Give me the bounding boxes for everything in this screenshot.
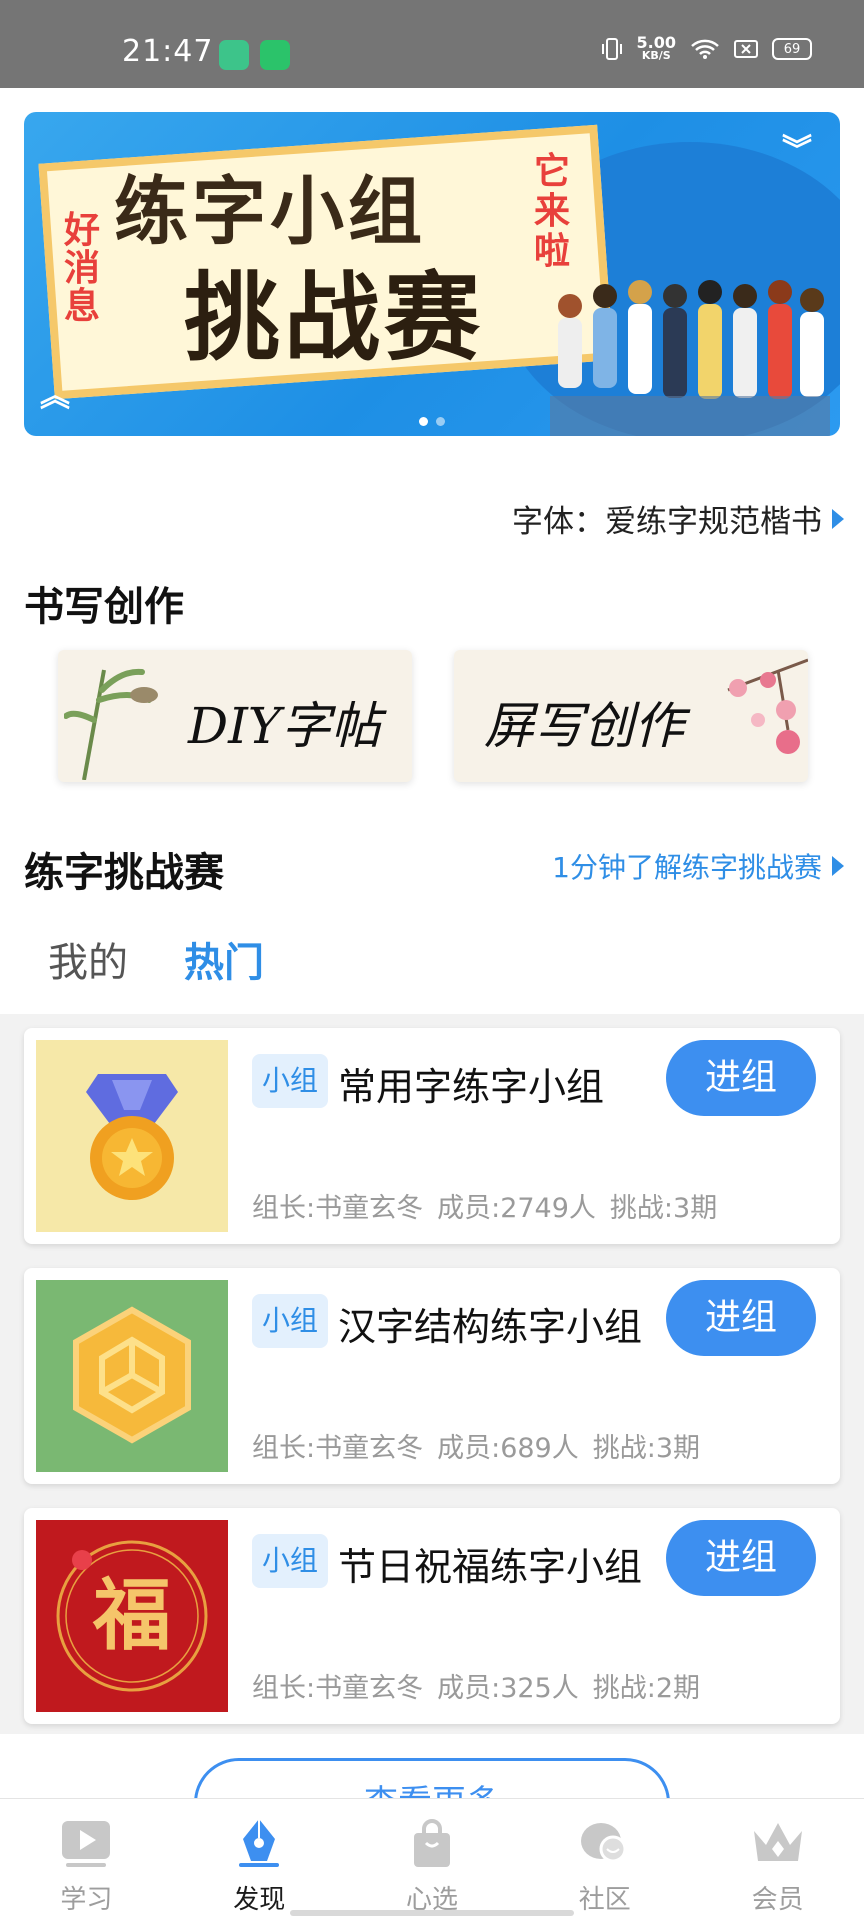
status-bar: 21:47 5.00 KB/S 69 (0, 0, 864, 88)
wifi-icon (691, 39, 719, 59)
chat-icon (580, 1823, 627, 1863)
group-meta: 组长:书童玄冬 成员:2749人 挑战:3期 (252, 1186, 717, 1225)
banner-dot (436, 417, 445, 426)
group-challenges: 挑战:3期 (609, 1193, 718, 1224)
group-members: 成员:325人 (437, 1673, 579, 1704)
screen-writing-card[interactable]: 屏写创作 (454, 650, 808, 782)
bottom-tab-bar: 学习 发现 心选 社区 会员 (0, 1798, 864, 1920)
tabbar-item-study[interactable]: 学习 (0, 1799, 173, 1920)
font-setting[interactable]: 字体：爱练字规范楷书 (512, 496, 844, 541)
tabbar-label: 学习 (60, 1885, 113, 1915)
tabbar-label: 社区 (578, 1885, 631, 1915)
group-name: 汉字结构练字小组 (338, 1305, 643, 1349)
upload-app-icon (219, 40, 249, 70)
network-speed: 5.00 KB/S (636, 33, 676, 63)
tabbar-label: 发现 (233, 1885, 286, 1915)
diy-copybook-label: DIY字帖 (188, 697, 381, 755)
home-indicator (290, 1910, 574, 1916)
tabbar-item-discover[interactable]: 发现 (173, 1799, 346, 1920)
banner-tag-right: 它来啦 (534, 151, 571, 272)
group-members: 成员:2749人 (437, 1193, 596, 1224)
tabbar-item-select[interactable]: 心选 (346, 1799, 519, 1920)
group-card[interactable]: 小组 汉字结构练字小组 进组 组长:书童玄冬 成员:689人 挑战:3期 (24, 1268, 840, 1484)
tabbar-label: 会员 (751, 1885, 804, 1915)
group-meta: 组长:书童玄冬 成员:689人 挑战:3期 (252, 1426, 700, 1465)
banner-tag-left: 好消息 (64, 210, 101, 327)
tab-hot[interactable]: 热门 (184, 930, 264, 1022)
join-group-button[interactable]: 进组 (666, 1520, 816, 1596)
cube-icon (36, 1280, 228, 1472)
screen-writing-label: 屏写创作 (484, 697, 684, 755)
group-meta: 组长:书童玄冬 成员:325人 挑战:2期 (252, 1666, 700, 1705)
vibrate-icon (601, 38, 622, 60)
join-group-button[interactable]: 进组 (666, 1040, 816, 1116)
group-challenges: 挑战:3期 (592, 1433, 701, 1464)
challenge-intro-label: 1分钟了解练字挑战赛 (552, 851, 822, 884)
speed-unit: KB/S (641, 49, 671, 62)
promo-banner[interactable]: 练字小组 挑战赛 好消息 它来啦 ︾ ︽ (24, 112, 840, 436)
group-name: 常用字练字小组 (338, 1065, 605, 1109)
group-members: 成员:689人 (437, 1433, 579, 1464)
speed-value: 5.00 (636, 33, 676, 52)
arrow-right-icon (832, 856, 844, 876)
group-leader: 组长:书童玄冬 (252, 1433, 424, 1464)
bamboo-icon (64, 668, 158, 780)
sim-off-icon (734, 40, 758, 58)
tab-mine[interactable]: 我的 (48, 930, 128, 988)
chevron-down-icon: ︾ (782, 133, 812, 168)
battery-icon: 69 (772, 38, 812, 60)
challenge-tabs: 我的 热门 (48, 930, 264, 1022)
banner-pagination (419, 417, 445, 426)
group-card[interactable]: 福 小组 节日祝福练字小组 进组 组长:书童玄冬 成员:325人 挑战:2期 (24, 1508, 840, 1724)
writing-section-title: 书写创作 (24, 584, 184, 630)
fu-icon: 福 (36, 1520, 228, 1712)
tabbar-item-vip[interactable]: 会员 (691, 1799, 864, 1920)
status-time: 21:47 (122, 34, 214, 69)
blossom-icon (727, 658, 808, 754)
banner-title-line2: 挑战赛 (184, 262, 484, 374)
crown-icon (753, 1823, 802, 1861)
group-badge: 小组 (252, 1534, 329, 1588)
play-icon (62, 1821, 111, 1867)
group-challenges: 挑战:2期 (592, 1673, 701, 1704)
group-name: 节日祝福练字小组 (338, 1545, 643, 1589)
group-badge: 小组 (252, 1054, 329, 1108)
fu-character: 福 (92, 1570, 171, 1661)
arrow-right-icon (832, 508, 844, 529)
chat-app-icon (260, 40, 290, 70)
medal-icon (36, 1040, 228, 1232)
challenge-intro-link[interactable]: 1分钟了解练字挑战赛 (552, 846, 844, 886)
join-group-button[interactable]: 进组 (666, 1280, 816, 1356)
status-indicators: 5.00 KB/S 69 (601, 33, 812, 63)
chevron-up-icon: ︽ (40, 379, 70, 414)
group-badge: 小组 (252, 1294, 329, 1348)
font-setting-label: 字体：爱练字规范楷书 (512, 504, 822, 540)
challenge-section-title: 练字挑战赛 (24, 850, 224, 896)
crowd-illustration (550, 280, 830, 436)
pen-icon (239, 1819, 280, 1867)
diy-copybook-card[interactable]: DIY字帖 (58, 650, 412, 782)
banner-dot (419, 417, 428, 426)
bag-icon (413, 1819, 450, 1867)
tabbar-item-community[interactable]: 社区 (518, 1799, 691, 1920)
group-leader: 组长:书童玄冬 (252, 1193, 424, 1224)
group-card[interactable]: 小组 常用字练字小组 进组 组长:书童玄冬 成员:2749人 挑战:3期 (24, 1028, 840, 1244)
group-leader: 组长:书童玄冬 (252, 1673, 424, 1704)
